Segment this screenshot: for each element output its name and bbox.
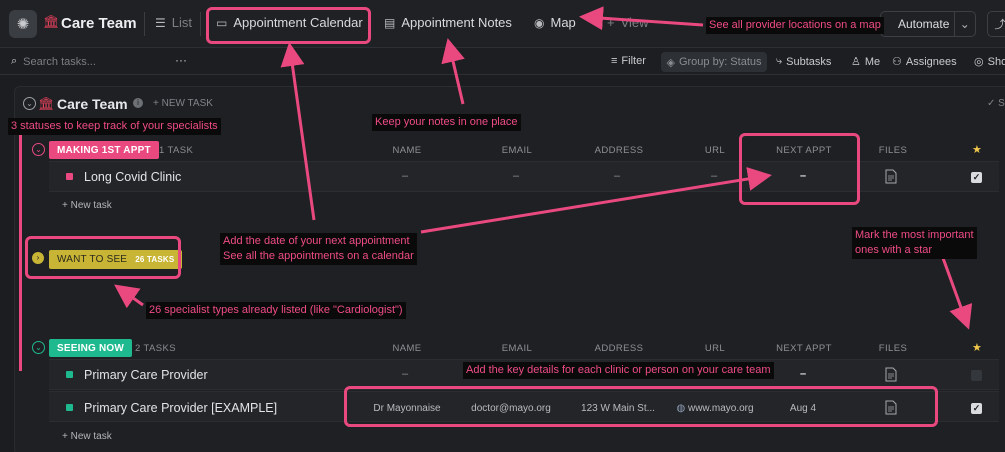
annotation-notes: Keep your notes in one place (372, 114, 521, 131)
annotation-details: Add the key details for each clinic or p… (463, 362, 774, 379)
annotation-star: Mark the most important ones with a star (852, 227, 977, 259)
annotation-map: See all provider locations on a map (706, 17, 884, 34)
annotation-arrows (114, 6, 973, 330)
annotation-statuses: 3 statuses to keep track of your special… (8, 118, 221, 135)
annotation-specialists: 26 specialist types already listed (like… (146, 302, 406, 319)
annotation-appointment: Add the date of your next appointment Se… (220, 233, 417, 265)
